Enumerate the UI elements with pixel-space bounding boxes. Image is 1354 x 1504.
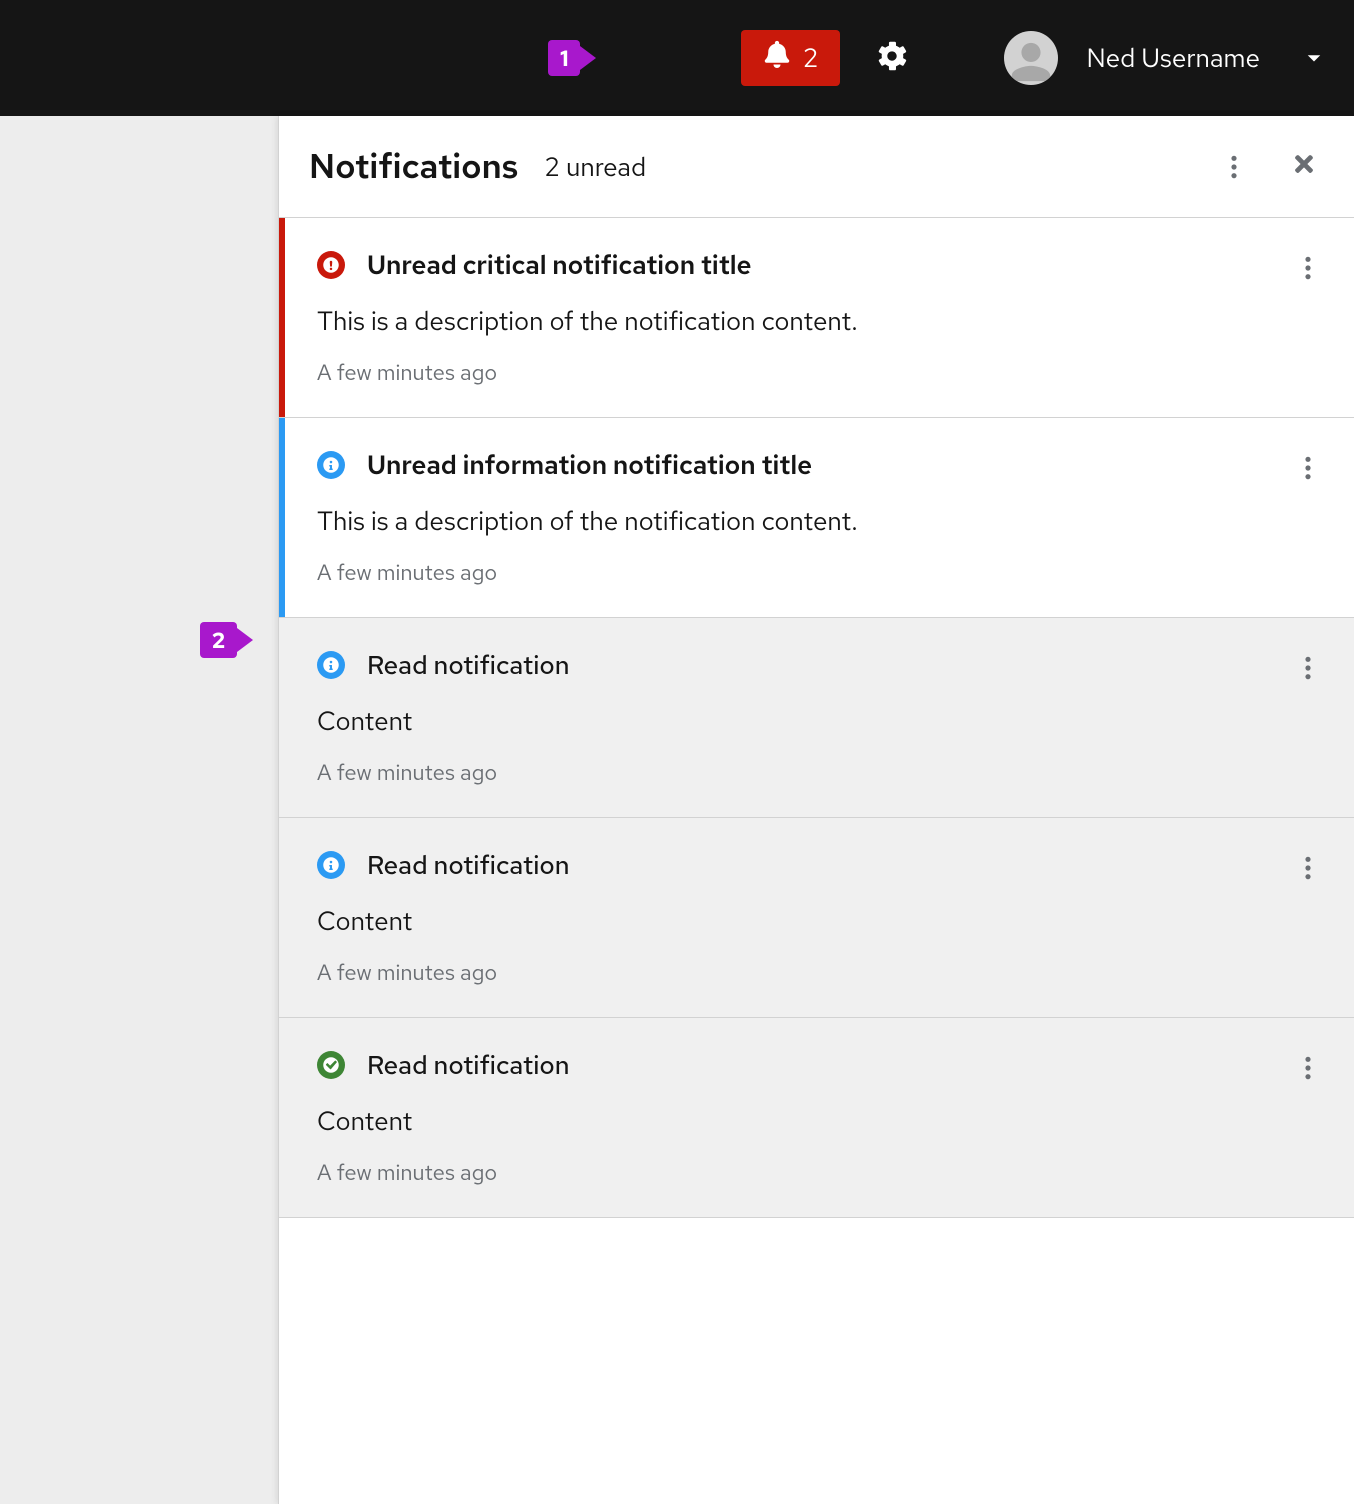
settings-button[interactable] xyxy=(868,34,916,82)
success-icon xyxy=(317,1051,345,1079)
notification-description: This is a description of the notificatio… xyxy=(317,304,1322,338)
notification-timestamp: A few minutes ago xyxy=(317,758,1322,787)
notification-actions-menu[interactable] xyxy=(1286,1046,1330,1090)
chevron-down-icon xyxy=(1306,48,1322,69)
close-icon xyxy=(1291,151,1317,182)
notification-title: Unread information notification title xyxy=(367,448,812,482)
info-icon xyxy=(317,451,345,479)
bell-icon xyxy=(763,40,791,76)
user-menu-toggle[interactable] xyxy=(1306,48,1322,69)
notifications-toggle[interactable]: 2 xyxy=(741,30,841,86)
notification-list: Unread critical notification title This i… xyxy=(279,218,1354,1504)
notification-item[interactable]: Read notification Content A few minutes ag… xyxy=(279,1018,1354,1218)
notification-timestamp: A few minutes ago xyxy=(317,958,1322,987)
notification-item[interactable]: Unread information notification title Thi… xyxy=(279,418,1354,618)
notifications-count: 2 xyxy=(803,41,819,75)
notification-title: Unread critical notification title xyxy=(367,248,752,282)
annotation-callout-1: 1 xyxy=(548,40,580,76)
notification-timestamp: A few minutes ago xyxy=(317,358,1322,387)
notification-title: Read notification xyxy=(367,848,570,882)
info-icon xyxy=(317,651,345,679)
username-label: Ned Username xyxy=(1086,41,1260,75)
notification-title: Read notification xyxy=(367,648,570,682)
notification-actions-menu[interactable] xyxy=(1286,246,1330,290)
notification-item[interactable]: Read notification Content A few minutes ag… xyxy=(279,618,1354,818)
kebab-icon xyxy=(1221,154,1247,180)
notification-description: Content xyxy=(317,904,1322,938)
notification-actions-menu[interactable] xyxy=(1286,646,1330,690)
info-icon xyxy=(317,851,345,879)
kebab-icon xyxy=(1295,455,1321,481)
drawer-unread-summary: 2 unread xyxy=(544,150,646,184)
kebab-icon xyxy=(1295,655,1321,681)
app-header: 2 Ned Username xyxy=(0,0,1354,116)
notification-item[interactable]: Read notification Content A few minutes ag… xyxy=(279,818,1354,1018)
notification-item[interactable]: Unread critical notification title This i… xyxy=(279,218,1354,418)
notification-description: Content xyxy=(317,704,1322,738)
annotation-callout-2: 2 xyxy=(200,622,237,658)
notification-timestamp: A few minutes ago xyxy=(317,1158,1322,1187)
notification-description: This is a description of the notificatio… xyxy=(317,504,1322,538)
notification-actions-menu[interactable] xyxy=(1286,446,1330,490)
kebab-icon xyxy=(1295,855,1321,881)
user-avatar[interactable] xyxy=(1004,31,1058,85)
notification-drawer: Notifications 2 unread Unread critical n… xyxy=(278,116,1354,1504)
gear-icon xyxy=(877,41,907,76)
critical-icon xyxy=(317,251,345,279)
kebab-icon xyxy=(1295,255,1321,281)
notification-title: Read notification xyxy=(367,1048,570,1082)
drawer-actions-menu[interactable] xyxy=(1212,145,1256,189)
notification-description: Content xyxy=(317,1104,1322,1138)
kebab-icon xyxy=(1295,1055,1321,1081)
drawer-close-button[interactable] xyxy=(1282,145,1326,189)
drawer-title: Notifications xyxy=(309,144,518,189)
drawer-header: Notifications 2 unread xyxy=(279,116,1354,218)
notification-actions-menu[interactable] xyxy=(1286,846,1330,890)
notification-timestamp: A few minutes ago xyxy=(317,558,1322,587)
